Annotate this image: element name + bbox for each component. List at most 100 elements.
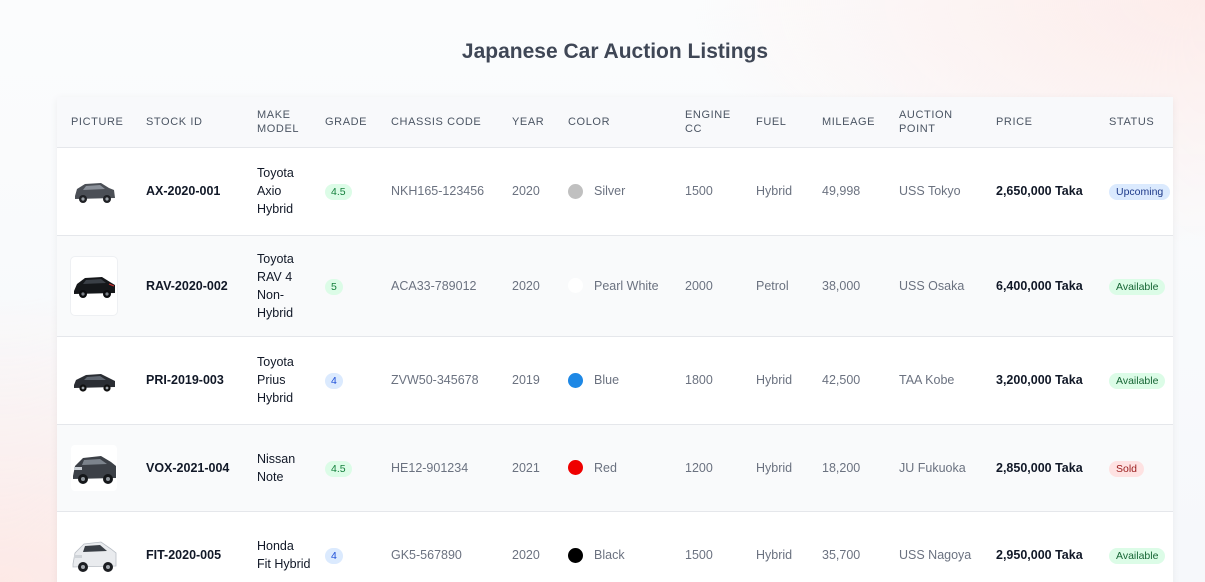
mileage-cell: 18,200 <box>822 460 861 475</box>
header-status: Status <box>1109 115 1155 128</box>
color-swatch <box>568 547 583 563</box>
car-image-icon <box>71 363 117 397</box>
make-model-cell: Toyota RAV 4 Non-Hybrid <box>257 251 294 320</box>
picture-cell <box>57 424 132 511</box>
status-badge: Available <box>1109 278 1166 295</box>
grade-badge: 4 <box>325 548 343 564</box>
car-image-icon <box>71 174 117 208</box>
engine-cc-cell: 1500 <box>685 184 713 198</box>
color-cell: Black <box>554 511 671 582</box>
make-model-cell: Toyota Prius Hybrid <box>257 355 294 405</box>
header-stock-id: Stock ID <box>146 115 203 128</box>
auction-listings-table: Picture Stock ID Make Model Grade Chassi… <box>57 97 1173 582</box>
price-cell: 2,850,000 Taka <box>996 460 1083 475</box>
status-cell: Sold <box>1095 424 1173 511</box>
status-badge: Upcoming <box>1109 184 1171 200</box>
chassis-code-cell: NKH165-123456 <box>391 184 485 198</box>
grade-cell: 5 <box>311 235 377 336</box>
status-cell: Available <box>1095 336 1173 424</box>
price-cell: 2,650,000 Taka <box>996 184 1083 198</box>
header-mileage: Mileage <box>822 115 876 128</box>
stock-id-cell: AX-2020-001 <box>146 184 221 198</box>
header-year: Year <box>512 115 545 128</box>
year-cell: 2020 <box>512 278 540 293</box>
year-cell: 2020 <box>512 184 540 198</box>
car-thumbnail[interactable] <box>71 168 117 214</box>
fuel-cell: Hybrid <box>756 373 793 387</box>
color-label: Pearl White <box>594 278 659 293</box>
chassis-code-cell: ZVW50-345678 <box>391 373 479 387</box>
fuel-cell: Hybrid <box>756 184 793 198</box>
table-row[interactable]: FIT-2020-005 Honda Fit Hybrid 4 GK5-5678… <box>57 511 1173 582</box>
stock-id-cell: PRI-2019-003 <box>146 373 224 387</box>
car-thumbnail[interactable] <box>71 444 117 491</box>
grade-cell: 4 <box>311 336 377 424</box>
header-color: Color <box>568 115 611 128</box>
engine-cc-cell: 1800 <box>685 373 713 387</box>
table-header-row: Picture Stock ID Make Model Grade Chassi… <box>57 97 1173 147</box>
auction-point-cell: JU Fukuoka <box>899 460 966 475</box>
price-cell: 2,950,000 Taka <box>996 548 1083 562</box>
header-engine-cc: Engine CC <box>685 108 731 135</box>
header-grade: Grade <box>325 115 368 128</box>
grade-badge: 5 <box>325 278 343 295</box>
color-cell: Red <box>554 424 671 511</box>
stock-id-cell: RAV-2020-002 <box>146 278 228 293</box>
engine-cc-cell: 2000 <box>685 278 713 293</box>
chassis-code-cell: HE12-901234 <box>391 460 469 475</box>
car-image-icon <box>71 268 117 303</box>
status-badge: Available <box>1109 548 1166 564</box>
color-label: Red <box>594 460 617 475</box>
engine-cc-cell: 1200 <box>685 460 713 475</box>
engine-cc-cell: 1500 <box>685 548 713 562</box>
header-picture: Picture <box>71 115 124 128</box>
stock-id-cell: FIT-2020-005 <box>146 548 222 562</box>
make-model-cell: Honda Fit Hybrid <box>257 539 311 571</box>
auction-table-container: Picture Stock ID Make Model Grade Chassi… <box>57 97 1173 582</box>
color-label: Blue <box>594 373 620 387</box>
grade-badge: 4.5 <box>325 184 352 200</box>
status-badge: Sold <box>1109 460 1145 477</box>
year-cell: 2019 <box>512 373 540 387</box>
car-thumbnail[interactable] <box>71 357 117 403</box>
grade-badge: 4.5 <box>325 460 352 477</box>
car-image-icon <box>71 447 117 488</box>
picture-cell <box>57 511 132 582</box>
auction-point-cell: USS Osaka <box>899 278 965 293</box>
page-title: Japanese Car Auction Listings <box>461 40 769 63</box>
color-cell: Silver <box>554 147 671 235</box>
color-swatch <box>568 460 583 475</box>
mileage-cell: 42,500 <box>822 373 861 387</box>
grade-badge: 4 <box>325 373 343 389</box>
color-label: Silver <box>594 184 626 198</box>
price-cell: 6,400,000 Taka <box>996 278 1083 293</box>
grade-cell: 4.5 <box>311 147 377 235</box>
stock-id-cell: VOX-2021-004 <box>146 460 230 475</box>
make-model-cell: Nissan Note <box>257 451 296 484</box>
mileage-cell: 35,700 <box>822 548 861 562</box>
status-cell: Available <box>1095 511 1173 582</box>
mileage-cell: 38,000 <box>822 278 861 293</box>
year-cell: 2021 <box>512 460 540 475</box>
mileage-cell: 49,998 <box>822 184 861 198</box>
fuel-cell: Hybrid <box>756 548 793 562</box>
auction-point-cell: USS Tokyo <box>899 184 961 198</box>
table-row[interactable]: VOX-2021-004 Nissan Note 4.5 HE12-901234… <box>57 424 1173 511</box>
table-row[interactable]: RAV-2020-002 Toyota RAV 4 Non-Hybrid 5 A… <box>57 235 1173 336</box>
header-auction-point: Auction Point <box>899 108 953 135</box>
table-row[interactable]: AX-2020-001 Toyota Axio Hybrid 4.5 NKH16… <box>57 147 1173 235</box>
color-label: Black <box>594 548 625 562</box>
color-cell: Pearl White <box>554 235 671 336</box>
chassis-code-cell: ACA33-789012 <box>391 278 477 293</box>
car-thumbnail[interactable] <box>71 532 117 578</box>
picture-cell <box>57 147 132 235</box>
car-thumbnail[interactable] <box>71 256 117 315</box>
grade-cell: 4 <box>311 511 377 582</box>
fuel-cell: Petrol <box>756 278 789 293</box>
price-cell: 3,200,000 Taka <box>996 373 1083 387</box>
status-cell: Upcoming <box>1095 147 1173 235</box>
color-swatch <box>568 183 583 199</box>
header-make-model: Make Model <box>257 108 300 135</box>
table-row[interactable]: PRI-2019-003 Toyota Prius Hybrid 4 ZVW50… <box>57 336 1173 424</box>
year-cell: 2020 <box>512 548 540 562</box>
